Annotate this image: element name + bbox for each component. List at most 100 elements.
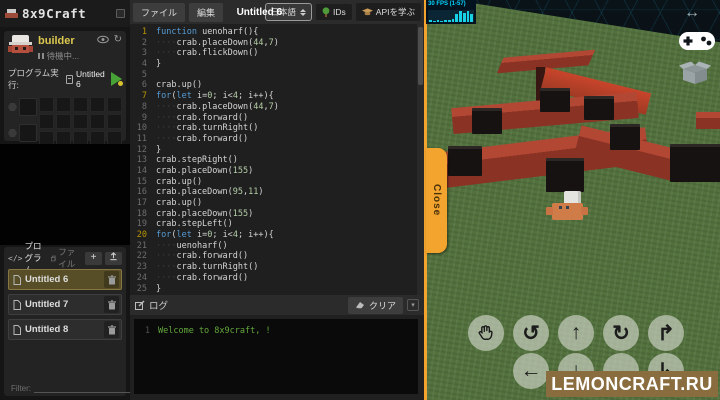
crab-logo-icon (5, 8, 18, 19)
trash-icon (107, 324, 116, 334)
delete-program-button[interactable] (104, 271, 119, 288)
pause-icon (38, 53, 44, 59)
tab-files[interactable]: ファイル (50, 246, 79, 270)
rotate-right-button[interactable]: ↻ (603, 315, 639, 351)
log-clear-button[interactable]: クリア (347, 296, 403, 314)
code-line[interactable]: 4} (130, 59, 418, 70)
code-line[interactable]: 10 ····crab.turnRight() (130, 123, 418, 134)
code-line[interactable]: 15 crab.up() (130, 177, 418, 188)
inventory-slot[interactable] (56, 97, 71, 112)
crab-robot-body (546, 203, 588, 220)
filter-input[interactable] (34, 383, 144, 393)
code-line[interactable]: 12} (130, 145, 418, 156)
inventory-slot[interactable] (73, 97, 88, 112)
code-editor[interactable]: 1 function uenoharf(){2 ····crab.placeDown… (130, 24, 418, 295)
log-collapse-button[interactable]: ▾ (407, 299, 419, 311)
inventory-slot[interactable] (73, 114, 88, 129)
program-list-item[interactable]: Untitled 7 (8, 294, 122, 315)
run-label: プログラム実行: (8, 68, 59, 90)
program-list-item[interactable]: Untitled 8 (8, 319, 122, 340)
ids-button[interactable]: IDs (316, 4, 352, 20)
tree-icon (322, 7, 330, 17)
close-panel-tab[interactable]: Close (426, 148, 447, 253)
program-list-item[interactable]: Untitled 6 (8, 269, 122, 290)
refresh-icon[interactable]: ↻ (114, 35, 122, 45)
grab-button[interactable] (468, 315, 504, 351)
code-line[interactable]: 20 for(let i=0; i<4; i++){ (130, 230, 418, 241)
code-line[interactable]: 23 ····crab.turnRight() (130, 262, 418, 273)
gamepad-icon[interactable] (678, 28, 716, 59)
hand-icon (478, 325, 493, 340)
code-line[interactable]: 16 crab.placeDown(95,11) (130, 187, 418, 198)
inventory-slot[interactable] (39, 114, 54, 129)
rotate-left-button[interactable]: ↺ (513, 315, 549, 351)
code-line[interactable]: 3 ····crab.flickDown() (130, 48, 418, 59)
code-line[interactable]: 2 ····crab.placeDown(44,7) (130, 38, 418, 49)
code-line[interactable]: 7 for(let i=0; i<4; i++){ (130, 91, 418, 102)
fps-graph (428, 10, 474, 22)
black-block (670, 144, 720, 182)
select-arrows-icon (300, 8, 307, 16)
inventory-slot[interactable] (56, 114, 71, 129)
step-up-button[interactable]: ↱ (648, 315, 684, 351)
editor-scrollbar[interactable] (417, 24, 424, 295)
inventory-box-icon[interactable] (678, 60, 712, 89)
delete-program-button[interactable] (104, 321, 119, 338)
code-line[interactable]: 25} (130, 284, 418, 295)
edit-menu-button[interactable]: 編集 (189, 2, 224, 22)
log-edit-icon (135, 300, 145, 310)
scrollbar-thumb[interactable] (418, 27, 423, 85)
hand-slot[interactable] (19, 124, 37, 142)
inventory-slot[interactable] (39, 97, 54, 112)
file-icon (13, 274, 21, 285)
inventory-slot[interactable] (107, 97, 122, 112)
program-list: Untitled 6 Untitled 7 Untitled 8 (8, 269, 122, 340)
add-program-button[interactable]: + (85, 251, 102, 265)
inventory-slot[interactable] (107, 114, 122, 129)
resize-arrow-icon[interactable]: ↔ (684, 4, 700, 22)
log-output: 1 Welcome to 8x9craft, ! (134, 319, 418, 394)
code-line[interactable]: 13 crab.stepRight() (130, 155, 418, 166)
code-line[interactable]: 18 crab.placeDown(155) (130, 209, 418, 220)
filter-label: Filter: (11, 383, 31, 393)
upload-program-button[interactable] (105, 251, 122, 265)
hand-slot[interactable] (19, 98, 37, 116)
code-line[interactable]: 14 crab.placeDown(155) (130, 166, 418, 177)
game-viewport[interactable]: Close 30 FPS (1-57) ↔ ↺ ↑ ↻ ↱ ← ↓ → ↳ LE… (424, 0, 720, 400)
black-block (448, 146, 482, 176)
code-line[interactable]: 5 (130, 70, 418, 81)
code-line[interactable]: 9 ····crab.forward() (130, 113, 418, 124)
move-forward-button[interactable]: ↑ (558, 315, 594, 351)
code-line[interactable]: 6 crab.up() (130, 80, 418, 91)
sidebar-collapse-button[interactable] (116, 9, 125, 18)
inventory-slot[interactable] (90, 97, 105, 112)
turn-up-icon: ↱ (657, 321, 675, 345)
run-play-button[interactable] (111, 72, 123, 86)
inventory (8, 97, 122, 146)
move-left-button[interactable]: ← (513, 353, 549, 389)
red-block-right (696, 112, 720, 129)
delete-program-button[interactable] (104, 296, 119, 313)
learn-api-button[interactable]: APIを学ぶ (355, 3, 421, 21)
eye-icon[interactable] (96, 35, 109, 44)
code-line[interactable]: 1 function uenoharf(){ (130, 27, 418, 38)
black-block (584, 96, 614, 120)
character-name: builder (38, 35, 75, 47)
fps-meter[interactable]: 30 FPS (1-57) (426, 0, 476, 24)
file-menu-button[interactable]: ファイル (133, 2, 186, 22)
code-line[interactable]: 21 ····uenoharf() (130, 241, 418, 252)
code-line[interactable]: 22 ····crab.forward() (130, 251, 418, 262)
code-line[interactable]: 11 ····crab.forward() (130, 134, 418, 145)
sidebar: 8x9Craft builder 待機中... ↻ プログラム実行: Untit… (0, 0, 152, 400)
log-panel: ログ クリア ▾ 1 Welcome to 8x9craft, ! (130, 295, 424, 400)
code-line[interactable]: 17 crab.up() (130, 198, 418, 209)
app-logo: 8x9Craft (22, 6, 87, 21)
trash-icon (107, 299, 116, 309)
hand-slot-icon (8, 129, 17, 137)
code-line[interactable]: 8 ····crab.placeDown(44,7) (130, 102, 418, 113)
8x9craft-app: 8x9Craft builder 待機中... ↻ プログラム実行: Untit… (0, 0, 720, 400)
inventory-slot[interactable] (90, 114, 105, 129)
builder-avatar (8, 35, 33, 58)
code-line[interactable]: 19 crab.stepLeft() (130, 219, 418, 230)
code-line[interactable]: 24 ····crab.forward() (130, 273, 418, 284)
